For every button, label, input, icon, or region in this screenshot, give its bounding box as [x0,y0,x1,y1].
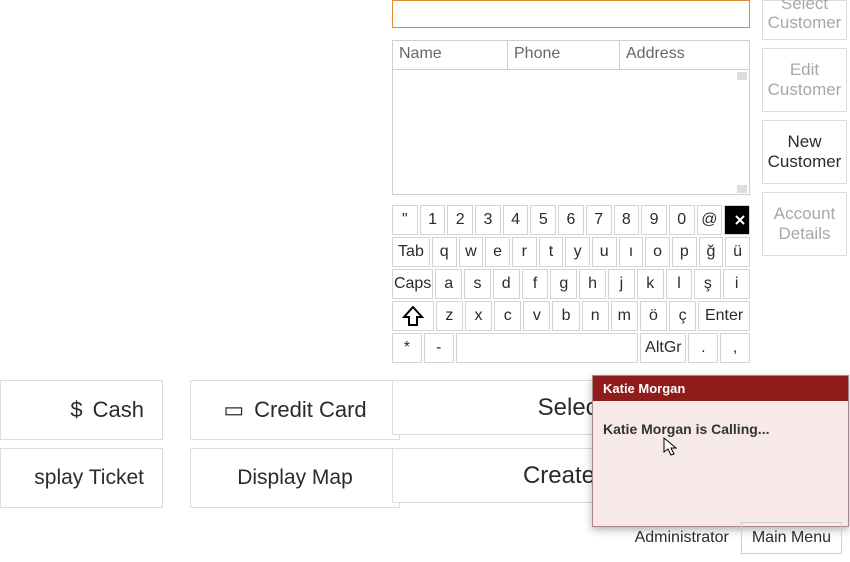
key-m[interactable]: m [611,301,638,331]
incoming-call-popup[interactable]: Katie Morgan Katie Morgan is Calling... [592,375,849,527]
key-r[interactable]: r [512,237,537,267]
new-customer-button[interactable]: New Customer [762,120,847,184]
edit-customer-button[interactable]: Edit Customer [762,48,847,112]
key-d[interactable]: d [493,269,520,299]
key-p[interactable]: p [672,237,697,267]
key-8[interactable]: 8 [614,205,640,235]
display-map-button[interactable]: Display Map [190,448,400,508]
key-o[interactable]: o [645,237,670,267]
key-4[interactable]: 4 [503,205,529,235]
key-altgr[interactable]: AltGr [640,333,686,363]
onscreen-keyboard: "1234567890@ Tabqwertyuıopğü Capsasdfghj… [392,205,750,365]
main-menu-button[interactable]: Main Menu [741,522,842,554]
scroll-up-icon[interactable] [737,72,747,80]
cash-button[interactable]: $ Cash [0,380,163,440]
popup-message: Katie Morgan is Calling... [593,401,848,457]
popup-title: Katie Morgan [593,376,848,401]
key-9[interactable]: 9 [641,205,667,235]
customer-search-input[interactable] [399,4,743,24]
key-dash[interactable]: - [424,333,454,363]
select-customer-button[interactable]: Select Customer [762,0,847,40]
key-enter[interactable]: Enter [698,301,750,331]
customer-search-field[interactable] [392,0,750,28]
dollar-icon: $ [70,397,82,423]
key-b[interactable]: b [552,301,579,331]
cursor-icon [663,437,679,461]
key-w[interactable]: w [459,237,484,267]
key-f[interactable]: f [522,269,549,299]
key-1[interactable]: 1 [420,205,446,235]
credit-card-button[interactable]: ▭ Credit Card [190,380,400,440]
key-i[interactable]: i [723,269,750,299]
col-phone[interactable]: Phone [508,41,620,69]
key-dot[interactable]: . [688,333,718,363]
key-s[interactable]: s [464,269,491,299]
col-address[interactable]: Address [620,41,749,69]
key-g[interactable]: g [550,269,577,299]
key-0[interactable]: 0 [669,205,695,235]
key-shift[interactable] [392,301,434,331]
current-user-label: Administrator [635,529,729,547]
key-comma[interactable]: , [720,333,750,363]
key-e[interactable]: e [485,237,510,267]
display-ticket-button[interactable]: splay Ticket [0,448,163,508]
card-icon: ▭ [223,397,244,423]
key-ç[interactable]: ç [669,301,696,331]
key-tab[interactable]: Tab [392,237,430,267]
key-c[interactable]: c [494,301,521,331]
key-ş[interactable]: ş [694,269,721,299]
key-ı[interactable]: ı [619,237,644,267]
key-v[interactable]: v [523,301,550,331]
key-space[interactable] [456,333,639,363]
key-7[interactable]: 7 [586,205,612,235]
key-6[interactable]: 6 [558,205,584,235]
key-q[interactable]: q [432,237,457,267]
key-ö[interactable]: ö [640,301,667,331]
key-z[interactable]: z [436,301,463,331]
key-5[interactable]: 5 [530,205,556,235]
key-j[interactable]: j [608,269,635,299]
key-ğ[interactable]: ğ [699,237,724,267]
account-details-button[interactable]: Account Details [762,192,847,256]
key-ü[interactable]: ü [725,237,750,267]
key-x[interactable]: x [465,301,492,331]
key-u[interactable]: u [592,237,617,267]
key-@[interactable]: @ [697,205,723,235]
key-l[interactable]: l [666,269,693,299]
key-y[interactable]: y [565,237,590,267]
key-h[interactable]: h [579,269,606,299]
key-"[interactable]: " [392,205,418,235]
key-backspace[interactable] [724,205,750,235]
key-t[interactable]: t [539,237,564,267]
col-name[interactable]: Name [393,41,508,69]
key-caps[interactable]: Caps [392,269,433,299]
key-3[interactable]: 3 [475,205,501,235]
key-2[interactable]: 2 [447,205,473,235]
scroll-down-icon[interactable] [737,185,747,193]
customer-results-table: Name Phone Address [392,40,750,195]
key-a[interactable]: a [435,269,462,299]
key-n[interactable]: n [582,301,609,331]
key-k[interactable]: k [637,269,664,299]
key-star[interactable]: * [392,333,422,363]
